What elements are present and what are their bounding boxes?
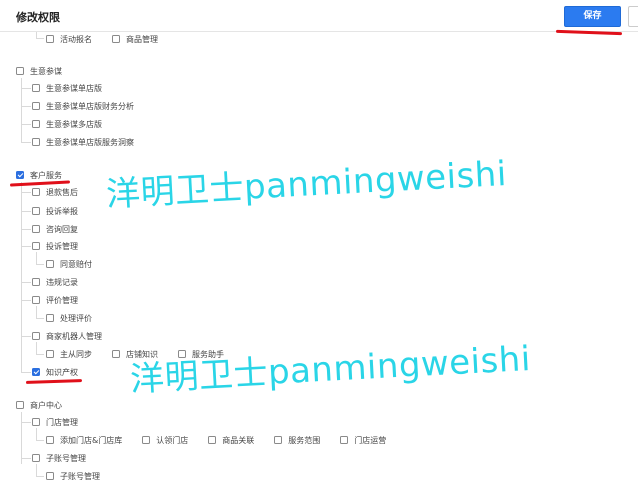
tree-connector bbox=[36, 318, 44, 319]
checkbox[interactable] bbox=[46, 260, 54, 268]
tree-item-biz-advisor[interactable]: 生意参谋 bbox=[16, 64, 62, 78]
checkbox[interactable] bbox=[32, 188, 40, 196]
tree-connector bbox=[21, 192, 31, 193]
tree-row-store-sub: 添加门店&门店库 认领门店 商品关联 服务范围 门店运营 bbox=[46, 433, 406, 447]
checkbox[interactable] bbox=[32, 102, 40, 110]
tree-item-complaint-report[interactable]: 投诉举报 bbox=[32, 204, 78, 218]
checkbox[interactable] bbox=[32, 454, 40, 462]
tree-item-activity-signup[interactable]: 活动报名 bbox=[46, 34, 92, 45]
checkbox[interactable] bbox=[32, 242, 40, 250]
tree-item-add-store[interactable]: 添加门店&门店库 bbox=[46, 435, 122, 446]
tree-item-violation[interactable]: 违规记录 bbox=[32, 275, 78, 289]
tree-connector bbox=[21, 300, 31, 301]
tree-item-refund[interactable]: 退款售后 bbox=[32, 185, 78, 199]
tree-connector bbox=[36, 354, 44, 355]
tree-item-merchant-center[interactable]: 商户中心 bbox=[16, 398, 62, 412]
checkbox-checked[interactable] bbox=[16, 171, 24, 179]
secondary-button[interactable] bbox=[628, 6, 638, 27]
checkbox[interactable] bbox=[32, 225, 40, 233]
tree-item-biz-single-finance[interactable]: 生意参谋单店版财务分析 bbox=[32, 99, 134, 113]
tree-item-review-mgmt[interactable]: 评价管理 bbox=[32, 293, 78, 307]
tree-connector bbox=[21, 336, 31, 337]
tree-item-product-link[interactable]: 商品关联 bbox=[208, 435, 254, 446]
tree-connector bbox=[36, 38, 44, 39]
tree-item-biz-single[interactable]: 生意参谋单店版 bbox=[32, 81, 102, 95]
tree-connector bbox=[21, 422, 31, 423]
save-button[interactable]: 保存 bbox=[564, 6, 621, 27]
tree-item-complaint-mgmt[interactable]: 投诉管理 bbox=[32, 239, 78, 253]
tree-connector bbox=[36, 342, 37, 354]
tree-connector bbox=[36, 252, 37, 264]
tree-connector bbox=[36, 306, 37, 318]
checkbox[interactable] bbox=[46, 436, 54, 444]
page-title: 修改权限 bbox=[16, 11, 60, 24]
tree-connector bbox=[21, 106, 31, 107]
tree-item-customer-service[interactable]: 客户服务 bbox=[16, 168, 62, 182]
tree-connector bbox=[36, 440, 44, 441]
checkbox[interactable] bbox=[16, 67, 24, 75]
tree-item-store-ops[interactable]: 门店运营 bbox=[340, 435, 386, 446]
checkbox-checked[interactable] bbox=[32, 368, 40, 376]
checkbox[interactable] bbox=[46, 314, 54, 322]
checkbox[interactable] bbox=[46, 472, 54, 480]
tree-item-product-mgmt[interactable]: 商品管理 bbox=[112, 34, 158, 45]
tree-item-ip[interactable]: 知识产权 bbox=[32, 365, 78, 379]
tree-item-master-sync[interactable]: 主从同步 bbox=[46, 349, 92, 360]
checkbox[interactable] bbox=[112, 35, 120, 43]
tree-item-robot-mgmt[interactable]: 商家机器人管理 bbox=[32, 329, 102, 343]
tree-connector bbox=[21, 282, 31, 283]
checkbox[interactable] bbox=[112, 350, 120, 358]
checkbox[interactable] bbox=[32, 120, 40, 128]
checkbox[interactable] bbox=[32, 332, 40, 340]
checkbox[interactable] bbox=[32, 84, 40, 92]
tree-connector bbox=[36, 464, 37, 476]
checkbox[interactable] bbox=[142, 436, 151, 444]
checkbox[interactable] bbox=[32, 207, 40, 215]
tree-connector bbox=[21, 412, 22, 464]
tree-connector bbox=[21, 458, 31, 459]
tree-item-claim-store[interactable]: 认领门店 bbox=[142, 435, 188, 446]
tree-connector bbox=[21, 246, 31, 247]
tree-connector bbox=[36, 428, 37, 440]
tree-connector bbox=[21, 211, 31, 212]
tree-item-service-range[interactable]: 服务范围 bbox=[274, 435, 320, 446]
tree-item-sub-account-child[interactable]: 子账号管理 bbox=[46, 469, 100, 483]
tree-item-sub-account[interactable]: 子账号管理 bbox=[32, 451, 86, 465]
checkbox[interactable] bbox=[32, 138, 40, 146]
tree-row-top: 活动报名 商品管理 bbox=[46, 32, 178, 46]
tree-item-biz-multi[interactable]: 生意参谋多店版 bbox=[32, 117, 102, 131]
tree-connector bbox=[21, 124, 31, 125]
tree-connector bbox=[21, 229, 31, 230]
checkbox[interactable] bbox=[274, 436, 283, 444]
checkbox[interactable] bbox=[208, 436, 217, 444]
checkbox[interactable] bbox=[32, 418, 40, 426]
checkbox[interactable] bbox=[46, 350, 54, 358]
tree-connector bbox=[36, 476, 44, 477]
tree-item-store-mgmt[interactable]: 门店管理 bbox=[32, 415, 78, 429]
tree-item-biz-single-service[interactable]: 生意参谋单店版服务洞察 bbox=[32, 135, 134, 149]
checkbox[interactable] bbox=[46, 35, 54, 43]
tree-connector bbox=[21, 88, 31, 89]
tree-connector bbox=[21, 142, 31, 143]
tree-item-review-handle[interactable]: 处理评价 bbox=[46, 311, 92, 325]
checkbox[interactable] bbox=[32, 296, 40, 304]
permission-tree: 活动报名 商品管理 生意参谋 生意参谋单店版 生意参谋单店版财务分析 生意参谋多… bbox=[0, 32, 638, 486]
tree-item-consult[interactable]: 咨询回复 bbox=[32, 222, 78, 236]
tree-connector bbox=[21, 372, 31, 373]
checkbox[interactable] bbox=[32, 278, 40, 286]
tree-connector bbox=[36, 264, 44, 265]
checkbox[interactable] bbox=[340, 436, 349, 444]
dialog-header: 修改权限 保存 bbox=[0, 0, 638, 32]
checkbox[interactable] bbox=[16, 401, 24, 409]
tree-item-agree-pay[interactable]: 同意赔付 bbox=[46, 257, 92, 271]
